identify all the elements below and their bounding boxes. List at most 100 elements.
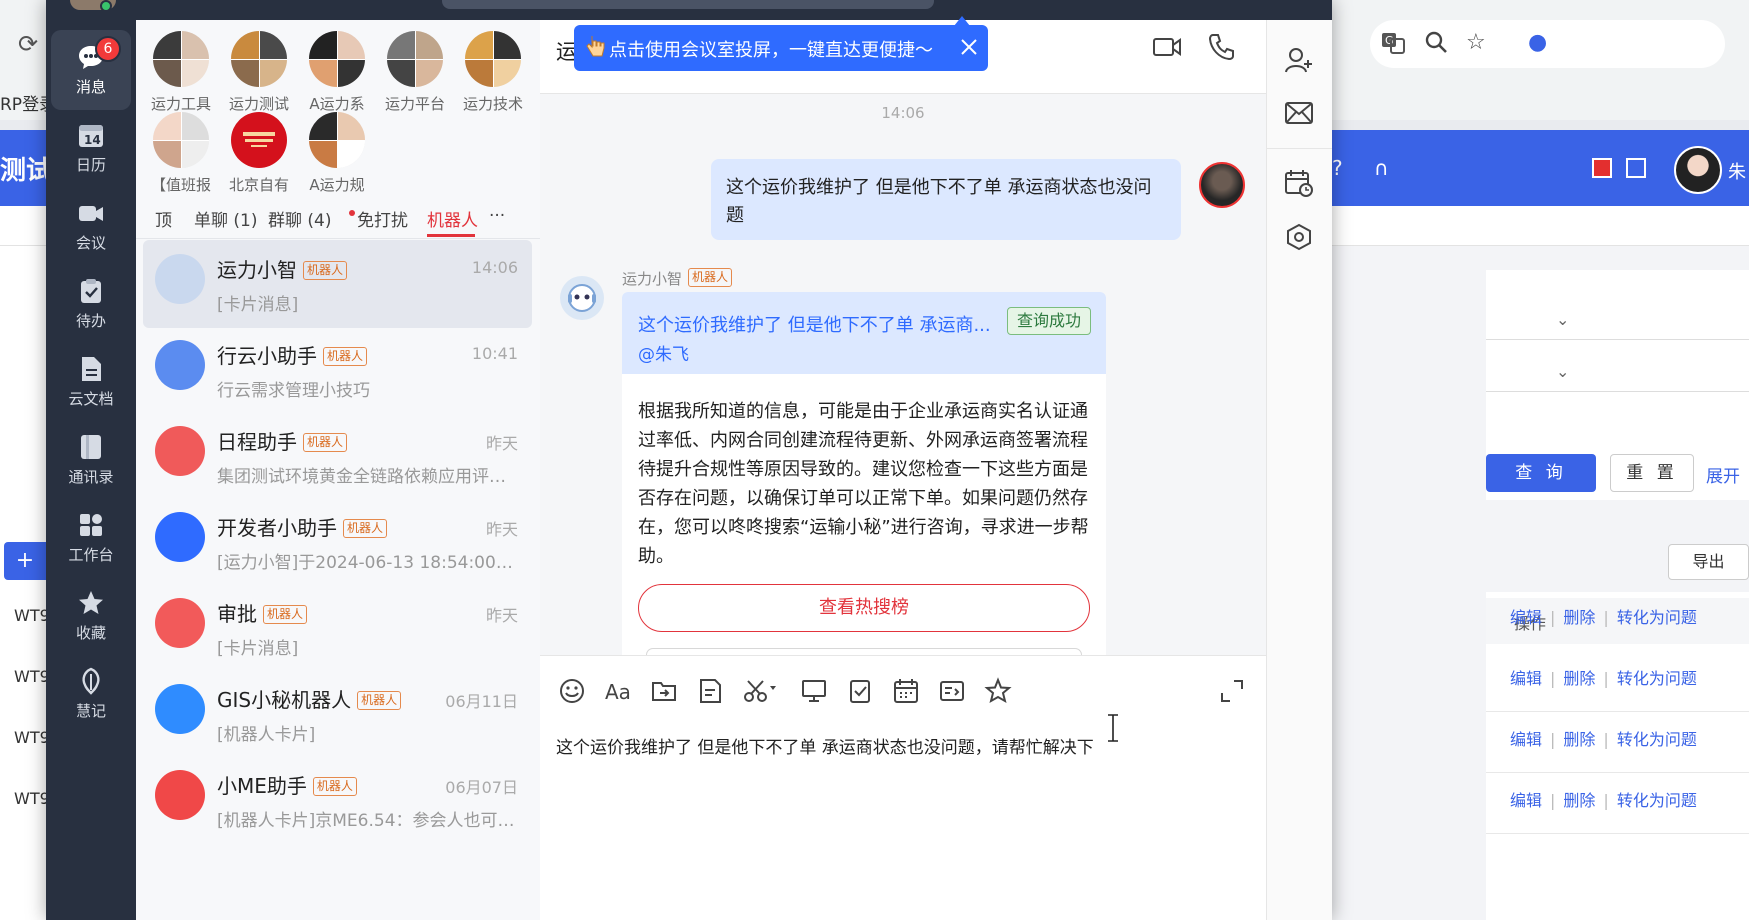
conversation-preview: [运力小智]于2024-06-13 18:54:00生产... bbox=[217, 553, 517, 573]
note-icon[interactable] bbox=[696, 677, 724, 705]
bot-avatar[interactable] bbox=[560, 276, 604, 320]
conversation-item[interactable]: 小ME助手 机器人 06月07日 [机器人卡片]京ME6.54：参会人也可以... bbox=[143, 756, 532, 844]
rail-item-4[interactable]: 云文档 bbox=[51, 342, 131, 422]
rail-item-label: 慧记 bbox=[75, 702, 106, 720]
rail-item-8[interactable]: 慧记 bbox=[51, 654, 131, 734]
composer-input[interactable]: 这个运价我维护了 但是他下不了单 承运商状态也没问题，请帮忙解决下 bbox=[556, 733, 1094, 758]
emoji-icon[interactable] bbox=[558, 677, 586, 705]
font-format-icon[interactable]: Aa bbox=[604, 677, 632, 705]
pinned-group-label: 运力工具 bbox=[150, 95, 211, 113]
screen-share-icon[interactable] bbox=[800, 677, 828, 705]
global-search-bar[interactable] bbox=[442, 0, 934, 9]
text-cursor-icon bbox=[1106, 713, 1120, 743]
expand-composer-icon[interactable] bbox=[1218, 677, 1246, 705]
rail-item-label: 会议 bbox=[75, 234, 106, 252]
pinned-group[interactable]: A运力系 bbox=[295, 31, 379, 114]
favorite-star-icon[interactable] bbox=[984, 677, 1012, 705]
rail-item-label: 收藏 bbox=[75, 624, 106, 642]
bot-tag: 机器人 bbox=[323, 347, 368, 366]
rail-item-label: 工作台 bbox=[68, 546, 114, 564]
rail-item-7[interactable]: 收藏 bbox=[51, 576, 131, 656]
query-success-badge: 查询成功 bbox=[1007, 307, 1092, 335]
conversation-time: 昨天 bbox=[485, 606, 518, 625]
conversation-time: 06月11日 bbox=[445, 692, 518, 711]
conversation-item[interactable]: GIS小秘机器人 机器人 06月11日 [机器人卡片] bbox=[143, 670, 532, 758]
tab-3[interactable]: 免打扰 bbox=[357, 206, 408, 231]
form-icon[interactable] bbox=[938, 677, 966, 705]
close-icon[interactable] bbox=[960, 38, 978, 56]
bot-name: 运力小智 机器人 bbox=[622, 268, 733, 289]
conversation-item[interactable]: 审批 机器人 昨天 [卡片消息] bbox=[143, 584, 532, 672]
rail-item-label: 待办 bbox=[75, 312, 106, 330]
pinned-group-label: 运力平台 bbox=[384, 95, 445, 113]
conversation-time: 10:41 bbox=[471, 344, 518, 363]
rail-item-label: 日历 bbox=[75, 156, 106, 174]
todo-icon[interactable] bbox=[846, 677, 874, 705]
pinned-group[interactable]: A运力规 bbox=[295, 112, 379, 195]
tab-1[interactable]: 单聊 (1) bbox=[194, 206, 257, 231]
more-tabs-button[interactable]: ··· bbox=[489, 206, 505, 226]
tab-2[interactable]: 群聊 (4) bbox=[268, 206, 331, 231]
tab-4[interactable]: 机器人 bbox=[427, 206, 478, 231]
conversation-preview: 集团测试环境黄金全链路依赖应用评估... bbox=[217, 467, 517, 487]
hot-search-button[interactable]: 查看热搜榜 bbox=[638, 584, 1090, 632]
conversation-item[interactable]: 日程助手 机器人 昨天 集团测试环境黄金全链路依赖应用评估... bbox=[143, 412, 532, 500]
video-call-icon[interactable] bbox=[1152, 34, 1182, 60]
group-avatar bbox=[309, 112, 365, 168]
rail-item-5[interactable]: 通讯录 bbox=[51, 420, 131, 500]
screenshot-scissors-icon[interactable] bbox=[742, 677, 776, 705]
schedule-icon[interactable] bbox=[1284, 168, 1314, 198]
rail-item-label: 通讯录 bbox=[68, 468, 114, 486]
conversation-avatar bbox=[155, 426, 205, 476]
bot-mention[interactable]: @朱飞 bbox=[638, 340, 689, 365]
conversation-item[interactable]: 行云小助手 机器人 10:41 行云需求管理小技巧 bbox=[143, 326, 532, 414]
conversation-preview: [机器人卡片]京ME6.54：参会人也可以... bbox=[217, 811, 517, 831]
group-avatar bbox=[309, 31, 365, 87]
video-camera-icon bbox=[76, 198, 106, 228]
bot-quote: 这个运价我维护了 但是他下不了单 承运商... bbox=[638, 315, 991, 336]
folder-upload-icon[interactable] bbox=[650, 677, 678, 705]
pinned-group[interactable]: 运力测试 bbox=[217, 31, 301, 114]
pinned-group[interactable]: 运力平台 bbox=[373, 31, 457, 114]
pointer-hand-icon bbox=[584, 34, 606, 60]
calendar-icon[interactable] bbox=[892, 677, 920, 705]
conversation-avatar bbox=[155, 340, 205, 390]
conversation-name-text: 开发者小助手 bbox=[217, 516, 337, 540]
conversation-name: 行云小助手 机器人 bbox=[217, 340, 368, 369]
conversation-item[interactable]: 运力小智 机器人 14:06 [卡片消息] bbox=[143, 240, 532, 328]
rail-item-2[interactable]: 会议 bbox=[51, 186, 131, 266]
phone-call-icon[interactable] bbox=[1208, 32, 1234, 60]
group-avatar bbox=[153, 112, 209, 168]
rail-item-3[interactable]: 待办 bbox=[51, 264, 131, 344]
conversation-preview: 行云需求管理小技巧 bbox=[217, 381, 370, 401]
conversation-name: 运力小智 机器人 bbox=[217, 254, 348, 283]
dnd-dot bbox=[349, 210, 355, 216]
rail-item-6[interactable]: 工作台 bbox=[51, 498, 131, 578]
conversation-time: 14:06 bbox=[471, 258, 518, 277]
conversation-name: 小ME助手 机器人 bbox=[217, 770, 357, 799]
add-member-icon[interactable] bbox=[1284, 46, 1314, 74]
conversation-item[interactable]: 开发者小助手 机器人 昨天 [运力小智]于2024-06-13 18:54:00生产.… bbox=[143, 498, 532, 586]
conversation-avatar bbox=[155, 254, 205, 304]
conversation-name-text: 运力小智 bbox=[217, 258, 297, 282]
conversation-avatar bbox=[155, 598, 205, 648]
bot-tag: 机器人 bbox=[263, 605, 308, 624]
conversation-name: 开发者小助手 机器人 bbox=[217, 512, 388, 541]
settings-hexagon-icon[interactable] bbox=[1284, 222, 1314, 252]
pinned-group[interactable]: 【值班报 bbox=[139, 112, 223, 195]
my-avatar-chat[interactable] bbox=[1199, 162, 1245, 208]
conversation-time: 06月07日 bbox=[445, 778, 518, 797]
mail-icon[interactable] bbox=[1284, 100, 1314, 126]
bot-tag: 机器人 bbox=[303, 261, 348, 280]
pinned-group[interactable]: 北京自有 bbox=[217, 112, 301, 195]
rail-item-1[interactable]: 14 日历 bbox=[51, 108, 131, 188]
pinned-group[interactable]: 运力技术 bbox=[451, 31, 535, 114]
conversation-time: 昨天 bbox=[485, 520, 518, 539]
conversation-time: 昨天 bbox=[485, 434, 518, 453]
right-tool-rail bbox=[1266, 20, 1332, 920]
pinned-group-label: 运力测试 bbox=[228, 95, 289, 113]
pinned-group[interactable]: 运力工具 bbox=[139, 31, 223, 114]
group-avatar bbox=[387, 31, 443, 87]
next-card-button[interactable] bbox=[646, 648, 1082, 655]
tab-0[interactable]: 顶 bbox=[155, 206, 172, 231]
